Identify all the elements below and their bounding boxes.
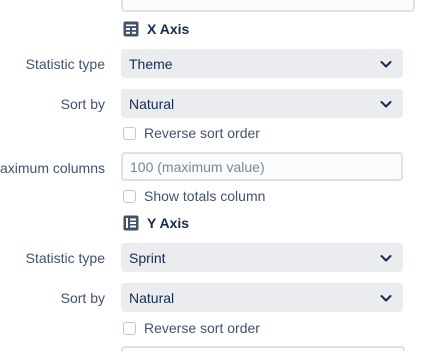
x-reverse-sort-checkbox[interactable] bbox=[123, 126, 136, 140]
x-statistic-type-label: Statistic type bbox=[25, 56, 105, 72]
x-statistic-type-value: Theme bbox=[129, 55, 173, 72]
table-rows-icon bbox=[123, 215, 139, 231]
y-statistic-type-select[interactable]: Sprint bbox=[121, 243, 403, 272]
x-axis-header: X Axis bbox=[123, 21, 189, 37]
x-axis-title: X Axis bbox=[147, 21, 190, 37]
y-statistic-type-value: Sprint bbox=[129, 249, 166, 266]
y-axis-header: Y Axis bbox=[123, 215, 189, 231]
max-columns-input[interactable] bbox=[121, 152, 403, 181]
y-reverse-sort-checkbox-row[interactable]: Reverse sort order bbox=[123, 320, 260, 336]
y-sort-by-label: Sort by bbox=[60, 290, 105, 306]
next-field-input[interactable] bbox=[121, 346, 405, 351]
chevron-down-icon bbox=[380, 100, 392, 107]
x-sort-by-value: Natural bbox=[129, 95, 175, 112]
show-totals-label: Show totals column bbox=[144, 188, 266, 204]
y-sort-by-select[interactable]: Natural bbox=[121, 283, 403, 312]
x-statistic-type-select[interactable]: Theme bbox=[121, 49, 403, 78]
x-reverse-sort-checkbox-row[interactable]: Reverse sort order bbox=[123, 125, 260, 141]
x-sort-by-label: Sort by bbox=[60, 96, 105, 112]
show-totals-checkbox[interactable] bbox=[123, 189, 136, 203]
y-statistic-type-label: Statistic type bbox=[25, 250, 105, 266]
x-sort-by-select[interactable]: Natural bbox=[121, 89, 403, 118]
gadget-config-panel: X Axis Statistic type Theme Sort by Natu… bbox=[0, 0, 440, 351]
x-reverse-sort-label: Reverse sort order bbox=[144, 125, 260, 141]
y-reverse-sort-checkbox[interactable] bbox=[123, 321, 136, 335]
show-totals-checkbox-row[interactable]: Show totals column bbox=[123, 188, 265, 204]
max-columns-label: aximum columns bbox=[0, 160, 105, 176]
chevron-down-icon bbox=[380, 294, 392, 301]
chevron-down-icon bbox=[380, 60, 392, 67]
previous-field-input[interactable] bbox=[121, 0, 415, 12]
y-reverse-sort-label: Reverse sort order bbox=[144, 320, 260, 336]
table-grid-icon bbox=[123, 21, 139, 37]
chevron-down-icon bbox=[380, 254, 392, 261]
y-sort-by-value: Natural bbox=[129, 289, 175, 306]
y-axis-title: Y Axis bbox=[147, 215, 190, 231]
